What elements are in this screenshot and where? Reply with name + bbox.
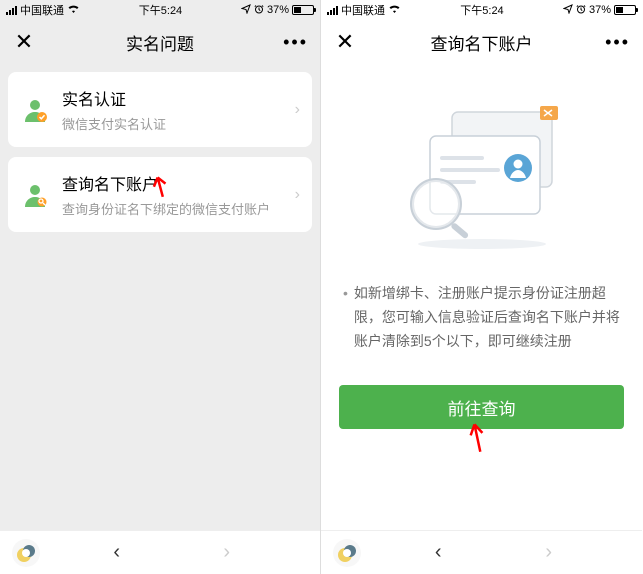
status-bar: 中国联通 下午5:24 37%: [321, 0, 642, 20]
app-icon[interactable]: [333, 539, 361, 567]
bottom-toolbar: ‹ ›: [0, 530, 320, 574]
location-icon: [241, 4, 251, 17]
carrier-label: 中国联通: [20, 2, 64, 18]
description-text: 如新增绑卡、注册账户提示身份证注册超限，您可输入信息验证后查询名下账户并将账户清…: [354, 282, 620, 353]
more-icon[interactable]: •••: [600, 32, 630, 53]
app-icon[interactable]: [12, 539, 40, 567]
item-title: 实名认证: [62, 86, 283, 110]
button-label: 前往查询: [448, 395, 516, 420]
query-button[interactable]: 前往查询: [339, 385, 624, 429]
content: • 如新增绑卡、注册账户提示身份证注册超限，您可输入信息验证后查询名下账户并将账…: [321, 64, 642, 574]
page-title: 查询名下账户: [321, 30, 642, 55]
more-icon[interactable]: •••: [278, 32, 308, 53]
status-bar: 中国联通 下午5:24 37%: [0, 0, 320, 20]
description: • 如新增绑卡、注册账户提示身份证注册超限，您可输入信息验证后查询名下账户并将账…: [321, 264, 642, 371]
nav-bar: ✕ 实名问题 •••: [0, 20, 320, 64]
wifi-icon: [67, 4, 80, 17]
chevron-right-icon: ›: [295, 186, 300, 204]
bottom-toolbar: ‹ ›: [321, 530, 642, 574]
nav-bar: ✕ 查询名下账户 •••: [321, 20, 642, 64]
back-icon[interactable]: ‹: [405, 541, 472, 564]
location-icon: [563, 4, 573, 17]
item-sub: 微信支付实名认证: [62, 114, 283, 133]
signal-icon: [6, 6, 17, 15]
list-item-verify[interactable]: 实名认证 微信支付实名认证 ›: [8, 72, 312, 147]
close-icon[interactable]: ✕: [12, 29, 36, 55]
time-label: 下午5:24: [139, 2, 182, 18]
time-label: 下午5:24: [460, 2, 503, 18]
bullet-icon: •: [343, 282, 348, 353]
signal-icon: [327, 6, 338, 15]
chevron-right-icon: ›: [295, 101, 300, 119]
left-screen: 中国联通 下午5:24 37% ✕ 实名问题 •••: [0, 0, 321, 574]
list-item-query[interactable]: 查询名下账户 查询身份证名下绑定的微信支付账户 ›: [8, 157, 312, 232]
item-sub: 查询身份证名下绑定的微信支付账户: [62, 199, 283, 218]
battery-icon: [292, 5, 314, 15]
alarm-icon: [576, 4, 586, 17]
forward-icon[interactable]: ›: [193, 541, 260, 564]
right-screen: 中国联通 下午5:24 37% ✕ 查询名下账户 •••: [321, 0, 642, 574]
page-title: 实名问题: [0, 30, 320, 55]
person-search-icon: [20, 180, 50, 210]
battery-pct: 37%: [589, 4, 611, 16]
carrier-label: 中国联通: [341, 2, 385, 18]
battery-icon: [614, 5, 636, 15]
content: 实名认证 微信支付实名认证 › 查询名下账户 查询身份证名下绑定的微信支付账户 …: [0, 64, 320, 574]
close-icon[interactable]: ✕: [333, 29, 357, 55]
alarm-icon: [254, 4, 264, 17]
person-verify-icon: [20, 95, 50, 125]
illustration: [321, 84, 642, 264]
back-icon[interactable]: ‹: [83, 541, 150, 564]
item-title: 查询名下账户: [62, 171, 283, 195]
forward-icon[interactable]: ›: [515, 541, 582, 564]
wifi-icon: [388, 4, 401, 17]
battery-pct: 37%: [267, 4, 289, 16]
